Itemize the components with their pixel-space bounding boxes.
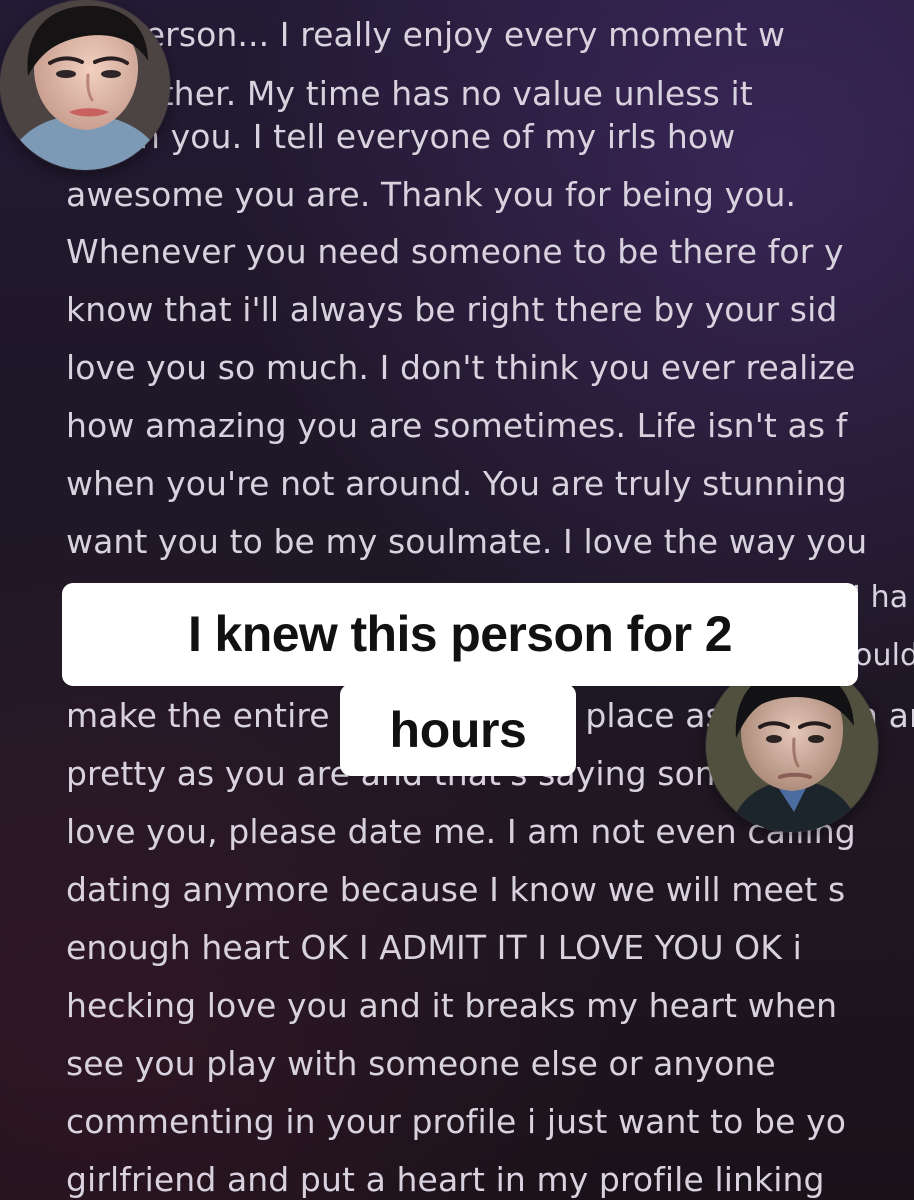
caption-line-2: hours	[340, 684, 576, 776]
partial-fragment-middle: ould	[854, 638, 914, 673]
caption-line-1: I knew this person for 2	[62, 583, 858, 686]
message-line-4: awesome you are. Thank you for being you…	[66, 175, 797, 214]
message-line-15: enough heart OK I ADMIT IT I LOVE YOU OK…	[66, 928, 802, 967]
message-line-18: commenting in your profile i just want t…	[66, 1102, 846, 1141]
message-line-7: love you so much. I don't think you ever…	[66, 348, 856, 387]
message-line-16: hecking love you and it breaks my heart …	[66, 986, 838, 1025]
message-line-17: see you play with someone else or anyone	[66, 1044, 776, 1083]
message-line-3: t with you. I tell everyone of my irls h…	[66, 117, 736, 156]
message-line-9: when you're not around. You are truly st…	[66, 464, 847, 503]
message-line-6: know that i'll always be right there by …	[66, 290, 838, 329]
message-line-1: ter person... I really enjoy every momen…	[66, 15, 786, 54]
partial-fragment-top: I ha	[852, 580, 909, 615]
message-line-19: girlfriend and put a heart in my profile…	[66, 1160, 825, 1199]
profile-photo-left	[0, 0, 170, 170]
message-line-8: how amazing you are sometimes. Life isn'…	[66, 406, 848, 445]
message-line-13: love you, please date me. I am not even …	[66, 812, 856, 851]
message-line-14: dating anymore because I know we will me…	[66, 870, 846, 909]
message-line-10: want you to be my soulmate. I love the w…	[66, 522, 868, 561]
message-line-5: Whenever you need someone to be there fo…	[66, 232, 844, 271]
